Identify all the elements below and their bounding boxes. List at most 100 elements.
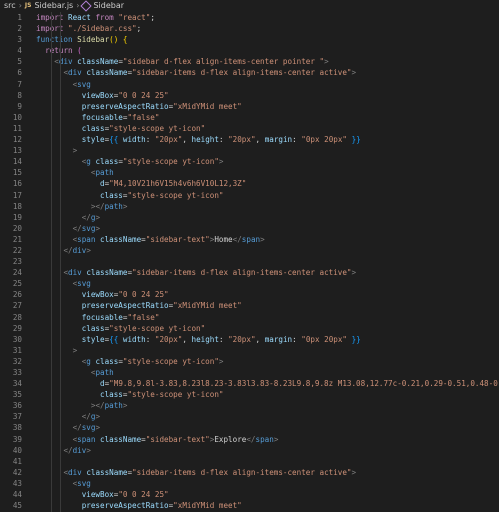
code-token: : bbox=[292, 334, 302, 344]
code-token: "0px 20px" bbox=[301, 135, 347, 145]
code-token: </ bbox=[81, 212, 91, 222]
code-line[interactable]: 25 <svg bbox=[0, 278, 499, 289]
code-token: React bbox=[68, 13, 96, 22]
code-token: "style-scope yt-icon" bbox=[122, 157, 219, 167]
code-token: > bbox=[324, 57, 329, 67]
code-line[interactable]: 26 viewBox="0 0 24 25" bbox=[0, 289, 499, 300]
code-token: return bbox=[45, 46, 78, 56]
code-token: { bbox=[122, 35, 128, 45]
breadcrumb-symbol[interactable]: Sidebar bbox=[93, 0, 124, 12]
code-line[interactable]: 4 return ( bbox=[0, 45, 499, 56]
code-line[interactable]: 6 <div className="sidebar-items d-flex a… bbox=[0, 67, 499, 78]
code-token: span bbox=[77, 434, 101, 444]
code-token: > bbox=[351, 268, 357, 278]
breadcrumb-folder[interactable]: src bbox=[4, 0, 16, 12]
code-token: class bbox=[95, 157, 119, 167]
code-line[interactable]: 27 preserveAspectRatio="xMidYMid meet" bbox=[0, 300, 499, 311]
code-line[interactable]: 38 </svg> bbox=[0, 422, 499, 433]
code-text: <path bbox=[36, 367, 499, 378]
code-token: div bbox=[72, 245, 87, 255]
line-number: 33 bbox=[12, 368, 22, 377]
code-line[interactable]: 32 <g class="style-scope yt-icon"> bbox=[0, 356, 499, 367]
symbol-icon bbox=[80, 0, 93, 12]
code-line[interactable]: 9 preserveAspectRatio="xMidYMid meet" bbox=[0, 101, 499, 112]
code-text: <g class="style-scope yt-icon"> bbox=[36, 356, 499, 367]
code-text: focusable="false" bbox=[36, 312, 499, 323]
code-token: }} bbox=[351, 334, 361, 344]
code-line[interactable]: 20 </svg> bbox=[0, 223, 499, 234]
line-number: 9 bbox=[17, 101, 22, 111]
code-line[interactable]: 10 focusable="false" bbox=[0, 112, 499, 123]
code-line[interactable]: 37 </g> bbox=[0, 411, 499, 422]
line-number: 37 bbox=[12, 412, 22, 422]
code-line[interactable]: 29 class="style-scope yt-icon" bbox=[0, 323, 499, 334]
code-text: </div> bbox=[36, 245, 499, 256]
code-token: </ bbox=[72, 223, 82, 233]
code-token: "style-scope yt-icon" bbox=[127, 390, 224, 400]
code-line[interactable]: 43 <svg bbox=[0, 478, 499, 489]
code-line[interactable]: 17 class="style-scope yt-icon" bbox=[0, 190, 499, 201]
code-line[interactable]: 13 > bbox=[0, 145, 499, 156]
code-line[interactable]: 12 style={{ width: "20px", height: "20px… bbox=[0, 134, 499, 145]
code-line[interactable]: 19 </g> bbox=[0, 212, 499, 223]
code-text: function Sidebar() { bbox=[36, 34, 499, 45]
code-line[interactable]: 31 > bbox=[0, 345, 499, 356]
code-token: </ bbox=[81, 412, 91, 422]
code-token: path bbox=[104, 201, 123, 211]
code-line[interactable]: 35 class="style-scope yt-icon" bbox=[0, 389, 499, 400]
code-line[interactable]: 33 <path bbox=[0, 367, 499, 378]
line-number: 38 bbox=[12, 423, 22, 433]
code-line[interactable]: 42 <div className="sidebar-items d-flex … bbox=[0, 467, 499, 478]
code-line[interactable]: 21 <span className="sidebar-text">Home</… bbox=[0, 234, 499, 245]
code-text: class="style-scope yt-icon" bbox=[36, 123, 499, 134]
code-line[interactable]: 1 import React from "react"; bbox=[0, 12, 499, 23]
line-number: 40 bbox=[12, 445, 22, 455]
code-line[interactable]: 23 bbox=[0, 256, 499, 267]
code-line[interactable]: 36 ></path> bbox=[0, 400, 499, 411]
code-token: viewBox bbox=[81, 490, 114, 500]
code-text: <div className="sidebar-items d-flex ali… bbox=[36, 67, 499, 78]
code-line[interactable]: 5 <div className="sidebar d-flex align-i… bbox=[0, 56, 499, 67]
code-token: path bbox=[95, 168, 114, 178]
code-text: import "./Sidebar.css"; bbox=[36, 23, 499, 34]
code-token: : bbox=[145, 334, 155, 344]
code-line[interactable]: 7 <svg bbox=[0, 79, 499, 90]
code-line[interactable]: 40 </div> bbox=[0, 445, 499, 456]
code-line[interactable]: 18 ></path> bbox=[0, 201, 499, 212]
code-line[interactable]: 15 <path bbox=[0, 167, 499, 178]
code-line[interactable]: 24 <div className="sidebar-items d-flex … bbox=[0, 267, 499, 278]
code-token: </ bbox=[232, 234, 242, 244]
code-line[interactable]: 22 </div> bbox=[0, 245, 499, 256]
code-token: : bbox=[292, 135, 302, 145]
breadcrumb-file[interactable]: Sidebar.js bbox=[34, 0, 73, 12]
code-editor[interactable]: 1 import React from "react"; 2 import "./Si… bbox=[0, 12, 499, 512]
code-token: , bbox=[255, 334, 265, 344]
code-line[interactable]: 11 class="style-scope yt-icon" bbox=[0, 123, 499, 134]
code-token: > bbox=[95, 212, 101, 222]
code-line[interactable]: 39 <span className="sidebar-text">Explor… bbox=[0, 434, 499, 445]
code-line[interactable]: 3 function Sidebar() { bbox=[0, 34, 499, 45]
chevron-right-icon: › bbox=[18, 1, 22, 10]
code-line[interactable]: 44 viewBox="0 0 24 25" bbox=[0, 489, 499, 500]
code-token: svg bbox=[77, 79, 91, 89]
code-token: "false" bbox=[127, 312, 160, 322]
chevron-right-icon: › bbox=[76, 1, 80, 10]
code-text: style={{ width: "20px", height: "20px", … bbox=[36, 334, 499, 345]
code-line[interactable]: 41 bbox=[0, 456, 499, 467]
code-line[interactable]: 14 <g class="style-scope yt-icon"> bbox=[0, 156, 499, 167]
code-line[interactable]: 34 d="M9.8,9.8l-3.83,8.23l8.23-3.83l3.83… bbox=[0, 378, 499, 389]
code-line[interactable]: 2 import "./Sidebar.css"; bbox=[0, 23, 499, 34]
breadcrumb: src › JS Sidebar.js › Sidebar bbox=[0, 0, 499, 12]
code-line[interactable]: 45 preserveAspectRatio="xMidYMid meet" bbox=[0, 500, 499, 511]
code-text: d="M4,10V21h6V15h4v6h6V10L12,3Z" bbox=[36, 178, 499, 189]
code-token: focusable bbox=[81, 312, 123, 322]
code-token: height bbox=[191, 334, 219, 344]
code-line[interactable]: 28 focusable="false" bbox=[0, 312, 499, 323]
code-line[interactable]: 30 style={{ width: "20px", height: "20px… bbox=[0, 334, 499, 345]
code-line[interactable]: 16 d="M4,10V21h6V15h4v6h6V10L12,3Z" bbox=[0, 178, 499, 189]
code-line[interactable]: 8 viewBox="0 0 24 25" bbox=[0, 90, 499, 101]
